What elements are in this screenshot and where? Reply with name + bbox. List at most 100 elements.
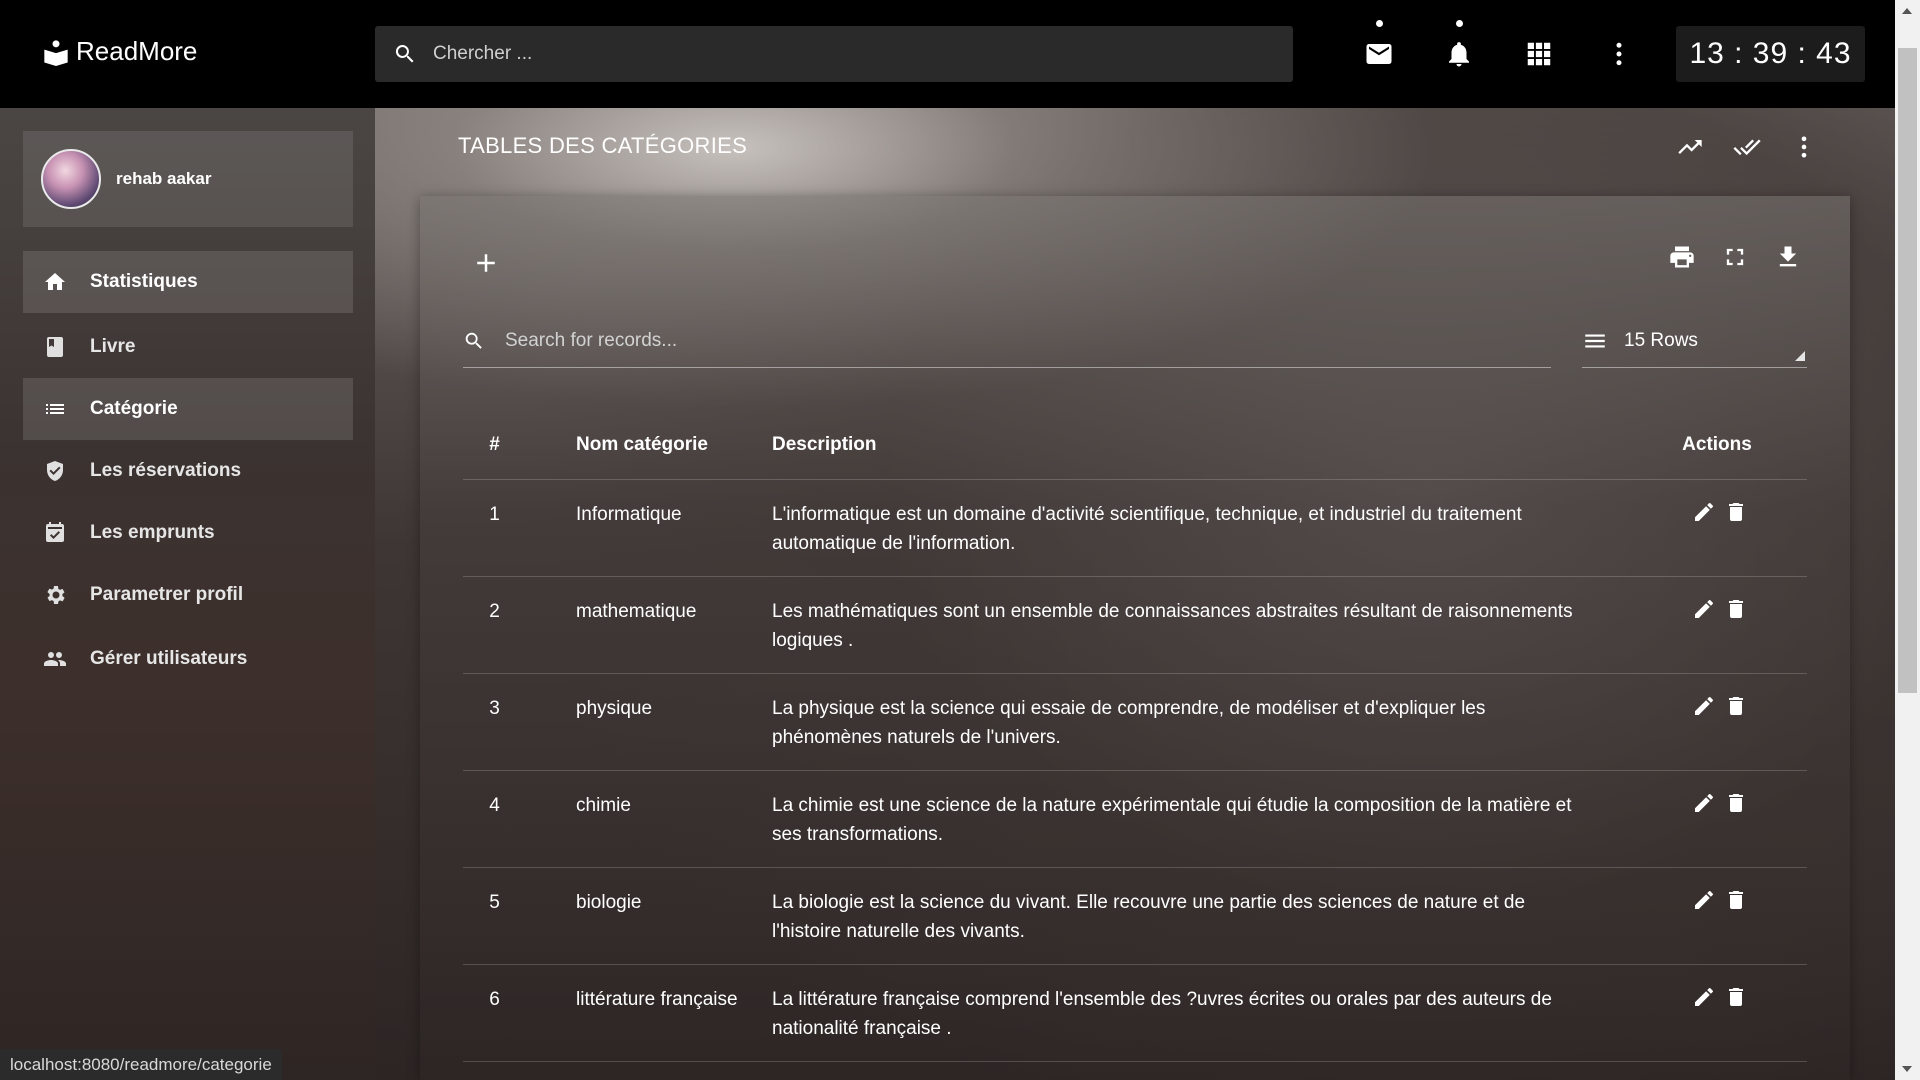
sidebar-item-label: Parametrer profil: [90, 584, 244, 605]
user-name: rehab aakar: [116, 169, 212, 188]
brand-logo[interactable]: ReadMore: [42, 36, 197, 67]
pencil-icon: [1695, 793, 1713, 812]
sidebar-item-categorie[interactable]: Catégorie: [23, 378, 353, 440]
page-title: TABLES DES CATÉGORIES: [458, 133, 748, 158]
table-row: 3 physique La physique est la science qu…: [463, 673, 1807, 771]
more-vert-icon: [1616, 42, 1622, 66]
trash-icon: [1729, 502, 1743, 521]
trash-icon: [1729, 696, 1743, 715]
done-all-icon: [1733, 139, 1761, 156]
row-description: La biologie est la science du vivant. El…: [772, 867, 1627, 965]
edit-button[interactable]: [1692, 597, 1716, 621]
record-search[interactable]: [463, 314, 1551, 368]
main-content: TABLES DES CATÉGORIES 15 Rows: [375, 108, 1895, 1080]
sidebar-item-label: Catégorie: [90, 398, 178, 419]
global-search-input[interactable]: [433, 43, 1253, 65]
row-category-name: chimie: [576, 770, 772, 868]
notifications-button[interactable]: [1443, 20, 1475, 70]
status-bar-url: localhost:8080/readmore/categorie: [0, 1049, 282, 1080]
row-description: L'informatique est un domaine d'activité…: [772, 479, 1627, 577]
book-icon: [47, 337, 63, 357]
user-profile-card[interactable]: rehab aakar: [23, 131, 353, 227]
edit-button[interactable]: [1692, 985, 1716, 1009]
edit-button[interactable]: [1692, 500, 1716, 524]
menu-icon: [1585, 334, 1605, 347]
rows-per-page-select[interactable]: 15 Rows: [1582, 314, 1807, 368]
edit-button[interactable]: [1692, 694, 1716, 718]
scroll-down-arrow-icon[interactable]: [1902, 1066, 1912, 1072]
delete-button[interactable]: [1724, 791, 1748, 815]
table-row: 6 littérature française La littérature f…: [463, 964, 1807, 1062]
sidebar-item-parametrer-profil[interactable]: Parametrer profil: [23, 564, 353, 626]
trash-icon: [1729, 793, 1743, 812]
trending-button[interactable]: [1675, 132, 1705, 162]
sidebar-item-reservations[interactable]: Les réservations: [23, 440, 353, 502]
apps-grid-icon: [1527, 42, 1551, 66]
row-number: 1: [463, 479, 576, 577]
add-category-button[interactable]: [470, 247, 502, 279]
add-icon: [477, 254, 495, 272]
page-scrollbar[interactable]: [1895, 0, 1920, 1080]
column-header-description[interactable]: Description: [772, 411, 1627, 480]
sidebar-item-label: Les emprunts: [90, 522, 215, 543]
search-icon: [395, 45, 414, 63]
header-more-button[interactable]: [1789, 132, 1819, 162]
rows-per-page-value: 15 Rows: [1624, 329, 1698, 351]
delete-button[interactable]: [1724, 888, 1748, 912]
list-icon: [46, 404, 64, 414]
delete-button[interactable]: [1724, 597, 1748, 621]
table-row: 2 mathematique Les mathématiques sont un…: [463, 576, 1807, 674]
row-description: La physique est la science qui essaie de…: [772, 673, 1627, 771]
edit-button[interactable]: [1692, 791, 1716, 815]
top-more-button[interactable]: [1603, 38, 1635, 70]
mail-button[interactable]: [1363, 20, 1395, 70]
notification-indicator-dot: [1456, 20, 1463, 27]
row-category-name: mathematique: [576, 576, 772, 674]
record-search-input[interactable]: [505, 329, 1505, 352]
pencil-icon: [1695, 987, 1713, 1006]
row-number: 4: [463, 770, 576, 868]
sidebar-item-statistiques[interactable]: Statistiques: [23, 251, 353, 313]
sidebar-item-emprunts[interactable]: Les emprunts: [23, 502, 353, 564]
row-category-name: biologie: [576, 867, 772, 965]
row-number: 6: [463, 964, 576, 1062]
download-button[interactable]: [1772, 241, 1804, 273]
table-row: 1 Informatique L'informatique est un dom…: [463, 479, 1807, 577]
delete-button[interactable]: [1724, 500, 1748, 524]
table-header-row: # Nom catégorie Description Actions: [463, 411, 1807, 480]
sidebar-item-label: Les réservations: [90, 460, 242, 481]
sidebar-item-livre[interactable]: Livre: [23, 316, 353, 378]
print-icon: [1670, 246, 1694, 268]
download-icon: [1779, 246, 1797, 267]
delete-button[interactable]: [1724, 985, 1748, 1009]
trash-icon: [1729, 890, 1743, 909]
sidebar-item-label: Statistiques: [90, 271, 198, 292]
scrollbar-thumb[interactable]: [1898, 48, 1917, 693]
delete-button[interactable]: [1724, 694, 1748, 718]
fullscreen-button[interactable]: [1719, 241, 1751, 273]
gear-icon: [47, 586, 65, 604]
pencil-icon: [1695, 696, 1713, 715]
people-icon: [44, 652, 66, 666]
book-reader-icon: [44, 39, 68, 66]
done-all-button[interactable]: [1732, 132, 1762, 162]
apps-button[interactable]: [1523, 38, 1555, 70]
brand-name: ReadMore: [76, 36, 198, 66]
row-category-name: physique: [576, 673, 772, 771]
trash-icon: [1729, 987, 1743, 1006]
edit-button[interactable]: [1692, 888, 1716, 912]
table-row: 4 chimie La chimie est une science de la…: [463, 770, 1807, 868]
top-app-bar: ReadMore 13 : 39 : 43: [0, 0, 1895, 108]
scroll-up-arrow-icon[interactable]: [1902, 8, 1912, 14]
mail-icon: [1366, 44, 1392, 64]
avatar: [41, 149, 101, 209]
trash-icon: [1729, 599, 1743, 618]
search-icon: [465, 332, 482, 349]
global-search[interactable]: [375, 26, 1293, 82]
sidebar-item-label: Gérer utilisateurs: [90, 648, 248, 669]
column-header-number[interactable]: #: [463, 411, 576, 480]
print-button[interactable]: [1666, 241, 1698, 273]
row-description: La littérature française comprend l'ense…: [772, 964, 1627, 1062]
column-header-name[interactable]: Nom catégorie: [576, 411, 772, 480]
sidebar-item-gerer-utilisateurs[interactable]: Gérer utilisateurs: [23, 628, 353, 690]
